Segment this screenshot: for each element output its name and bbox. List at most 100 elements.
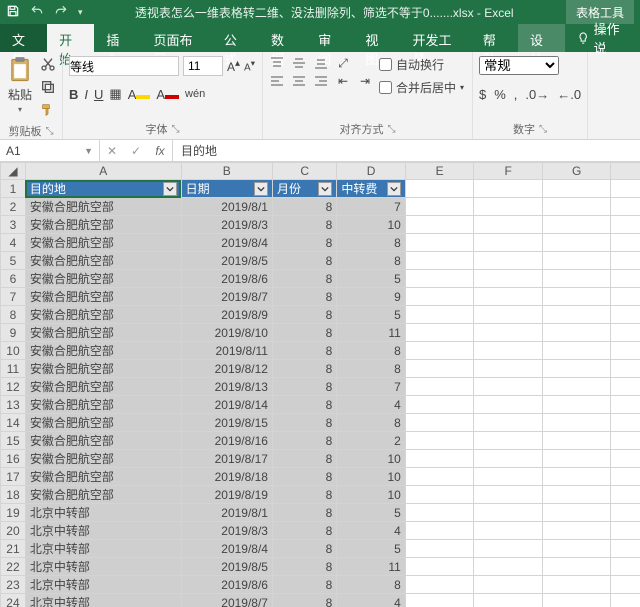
cell[interactable] (474, 468, 543, 486)
cell[interactable]: 8 (337, 360, 406, 378)
paste-button[interactable]: 粘贴 ▾ (6, 56, 34, 114)
cell[interactable]: 8 (272, 576, 336, 594)
cell[interactable] (611, 522, 640, 540)
cell[interactable] (542, 288, 611, 306)
filter-dropdown-icon[interactable] (387, 182, 401, 196)
tab-developer[interactable]: 开发工具 (401, 24, 471, 52)
cell[interactable] (405, 342, 474, 360)
cell[interactable]: 2019/8/3 (181, 522, 272, 540)
cell[interactable] (405, 432, 474, 450)
cell[interactable]: 2019/8/7 (181, 288, 272, 306)
tab-file[interactable]: 文件 (0, 24, 47, 52)
font-size-select[interactable] (183, 56, 223, 76)
cell[interactable] (405, 378, 474, 396)
cell[interactable]: 北京中转部 (25, 594, 181, 607)
formula-input[interactable]: 目的地 (173, 140, 640, 161)
tab-formulas[interactable]: 公式 (212, 24, 259, 52)
cell[interactable]: 2019/8/4 (181, 540, 272, 558)
cell[interactable]: 8 (272, 450, 336, 468)
phonetic-button[interactable]: wén (185, 88, 205, 100)
enter-icon[interactable]: ✓ (124, 144, 148, 158)
row-header[interactable]: 3 (1, 216, 26, 234)
cell[interactable]: 8 (272, 252, 336, 270)
cell[interactable] (611, 378, 640, 396)
col-header-A[interactable]: A (25, 163, 181, 180)
cell[interactable] (611, 558, 640, 576)
cell[interactable] (542, 414, 611, 432)
cell[interactable]: 目的地 (25, 180, 181, 198)
col-header-B[interactable]: B (181, 163, 272, 180)
cell[interactable]: 8 (272, 432, 336, 450)
cell[interactable]: 2019/8/3 (181, 216, 272, 234)
cell[interactable]: 8 (272, 396, 336, 414)
cell[interactable] (542, 180, 611, 198)
cell[interactable] (474, 288, 543, 306)
cell[interactable]: 北京中转部 (25, 522, 181, 540)
cell[interactable] (474, 450, 543, 468)
align-bottom-icon[interactable] (313, 56, 329, 70)
cell[interactable] (405, 504, 474, 522)
row-header[interactable]: 17 (1, 468, 26, 486)
cell[interactable] (542, 324, 611, 342)
cell[interactable]: 2019/8/16 (181, 432, 272, 450)
cell[interactable]: 2019/8/1 (181, 504, 272, 522)
cell[interactable] (405, 450, 474, 468)
cell[interactable] (405, 396, 474, 414)
cell[interactable]: 8 (337, 414, 406, 432)
cell[interactable]: 2019/8/10 (181, 324, 272, 342)
cell[interactable]: 2019/8/11 (181, 342, 272, 360)
cell[interactable] (474, 342, 543, 360)
cell[interactable] (405, 306, 474, 324)
dialog-launcher-icon[interactable]: ⤡ (388, 124, 396, 135)
cell[interactable] (474, 180, 543, 198)
save-icon[interactable] (6, 4, 20, 21)
cell[interactable] (474, 198, 543, 216)
align-top-icon[interactable] (269, 56, 285, 70)
decrease-decimal-icon[interactable]: ←.0 (557, 87, 581, 102)
cell[interactable] (611, 450, 640, 468)
cell[interactable]: 5 (337, 504, 406, 522)
percent-icon[interactable]: % (494, 87, 506, 102)
cell[interactable] (611, 198, 640, 216)
cell[interactable]: 8 (272, 288, 336, 306)
cell[interactable] (474, 504, 543, 522)
cell[interactable] (405, 180, 474, 198)
currency-icon[interactable]: $ (479, 87, 486, 102)
cell[interactable] (542, 252, 611, 270)
cell[interactable]: 8 (272, 378, 336, 396)
cell[interactable]: 安徽合肥航空部 (25, 468, 181, 486)
cell[interactable] (474, 432, 543, 450)
cell[interactable] (474, 522, 543, 540)
row-header[interactable]: 13 (1, 396, 26, 414)
cell[interactable]: 2019/8/4 (181, 234, 272, 252)
dialog-launcher-icon[interactable]: ⤡ (539, 124, 547, 135)
cell[interactable] (474, 486, 543, 504)
cell[interactable]: 安徽合肥航空部 (25, 450, 181, 468)
cell[interactable]: 2019/8/13 (181, 378, 272, 396)
cell[interactable] (611, 414, 640, 432)
number-format-select[interactable]: 常规 (479, 56, 559, 75)
cut-icon[interactable] (40, 56, 56, 75)
row-header[interactable]: 19 (1, 504, 26, 522)
copy-icon[interactable] (40, 79, 56, 98)
cell[interactable]: 8 (272, 324, 336, 342)
underline-button[interactable]: U (94, 87, 103, 102)
cell[interactable]: 8 (272, 360, 336, 378)
cell[interactable] (611, 216, 640, 234)
cell[interactable]: 5 (337, 540, 406, 558)
cell[interactable]: 8 (337, 576, 406, 594)
row-header[interactable]: 6 (1, 270, 26, 288)
undo-icon[interactable] (30, 4, 44, 21)
cell[interactable]: 8 (272, 540, 336, 558)
cell[interactable]: 10 (337, 486, 406, 504)
cell[interactable] (542, 378, 611, 396)
filter-dropdown-icon[interactable] (318, 182, 332, 196)
cell[interactable] (611, 342, 640, 360)
cell[interactable] (405, 486, 474, 504)
tab-insert[interactable]: 插入 (94, 24, 141, 52)
cell[interactable] (542, 342, 611, 360)
merge-center-button[interactable]: 合并后居中▾ (379, 79, 464, 96)
cell[interactable]: 2019/8/6 (181, 576, 272, 594)
cell[interactable]: 9 (337, 288, 406, 306)
cell[interactable] (405, 270, 474, 288)
